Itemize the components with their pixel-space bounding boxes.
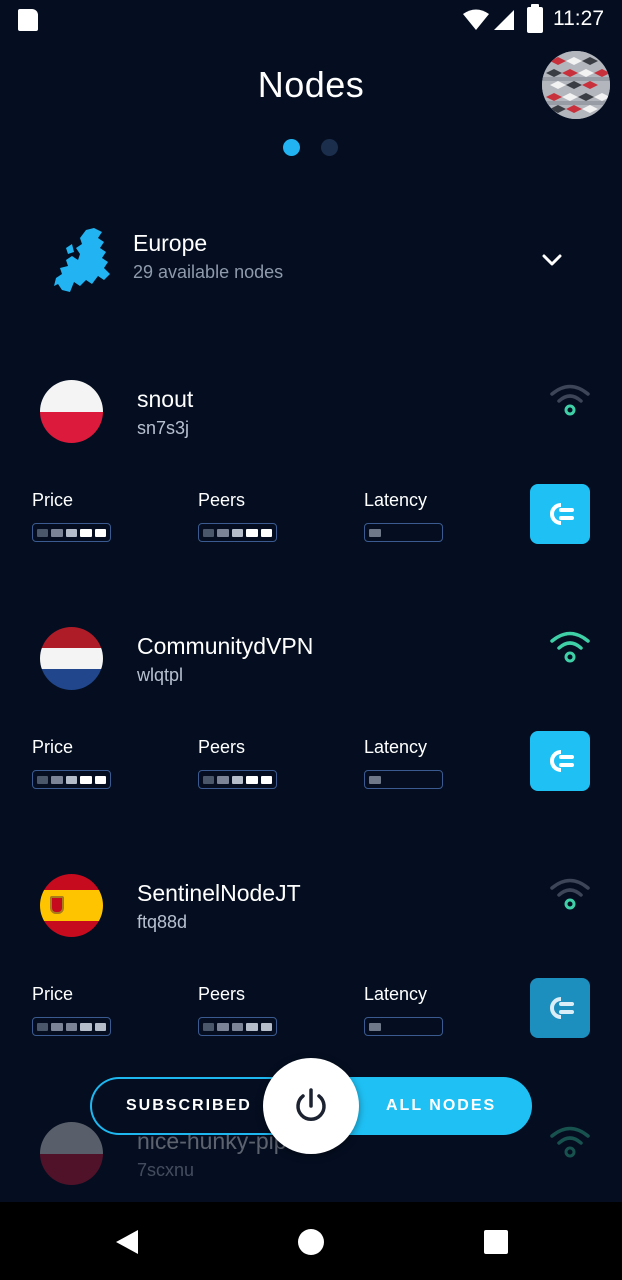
- price-meter: [32, 770, 111, 789]
- latency-label: Latency: [364, 737, 428, 757]
- node-name: SentinelNodeJT: [137, 880, 301, 906]
- sd-card-icon: [18, 9, 38, 31]
- plug-icon: [550, 503, 574, 525]
- wifi-signal-icon: [550, 384, 590, 416]
- node-id: 7scxnu: [137, 1160, 195, 1180]
- avatar[interactable]: [542, 51, 610, 119]
- node-id: sn7s3j: [137, 418, 190, 438]
- latency-label: Latency: [364, 490, 428, 510]
- wifi-icon: [463, 9, 489, 30]
- chevron-down-icon[interactable]: [540, 250, 564, 270]
- node-id: ftq88d: [137, 912, 188, 932]
- peers-meter: [198, 1017, 277, 1036]
- price-label: Price: [32, 490, 74, 510]
- all-nodes-tab-label: ALL NODES: [386, 1097, 497, 1114]
- flag-poland-icon: [40, 380, 103, 443]
- subscribed-tab-label: SUBSCRIBED: [126, 1097, 252, 1114]
- flag-spain-icon: [40, 874, 103, 937]
- peers-label: Peers: [198, 490, 246, 510]
- peers-meter: [198, 770, 277, 789]
- latency-meter: [364, 1017, 443, 1036]
- page-indicator-dot-1[interactable]: [283, 139, 300, 156]
- battery-icon: [527, 4, 543, 33]
- connect-button[interactable]: [530, 978, 590, 1038]
- node-name: snout: [137, 386, 194, 412]
- wifi-signal-icon: [550, 878, 590, 910]
- price-label: Price: [32, 984, 74, 1004]
- europe-map-icon: [54, 228, 110, 292]
- price-meter: [32, 1017, 111, 1036]
- peers-label: Peers: [198, 737, 246, 757]
- latency-label: Latency: [364, 984, 428, 1004]
- power-icon: [296, 1088, 326, 1121]
- latency-meter: [364, 770, 443, 789]
- peers-label: Peers: [198, 984, 246, 1004]
- page-indicator-dot-2[interactable]: [321, 139, 338, 156]
- power-button[interactable]: [263, 1058, 359, 1154]
- connect-button[interactable]: [530, 484, 590, 544]
- flag-poland-icon: [40, 1122, 103, 1185]
- flag-netherlands-icon: [40, 627, 103, 690]
- connect-button[interactable]: [530, 731, 590, 791]
- status-time: 11:27: [553, 7, 604, 30]
- recents-icon[interactable]: [484, 1230, 508, 1254]
- back-icon[interactable]: [116, 1230, 138, 1254]
- node-name: CommunitydVPN: [137, 633, 314, 659]
- latency-meter: [364, 523, 443, 542]
- price-label: Price: [32, 737, 74, 757]
- cellular-icon: [494, 10, 514, 30]
- node-id: wlqtpl: [137, 665, 184, 685]
- region-name[interactable]: Europe: [133, 230, 207, 257]
- plug-icon: [550, 750, 574, 772]
- wifi-signal-icon: [550, 1126, 590, 1158]
- page-title: Nodes: [257, 64, 365, 105]
- peers-meter: [198, 523, 277, 542]
- home-icon[interactable]: [298, 1229, 324, 1255]
- price-meter: [32, 523, 111, 542]
- region-node-count: 29 available nodes: [133, 262, 284, 282]
- plug-icon: [550, 997, 574, 1019]
- wifi-signal-icon: [550, 631, 590, 663]
